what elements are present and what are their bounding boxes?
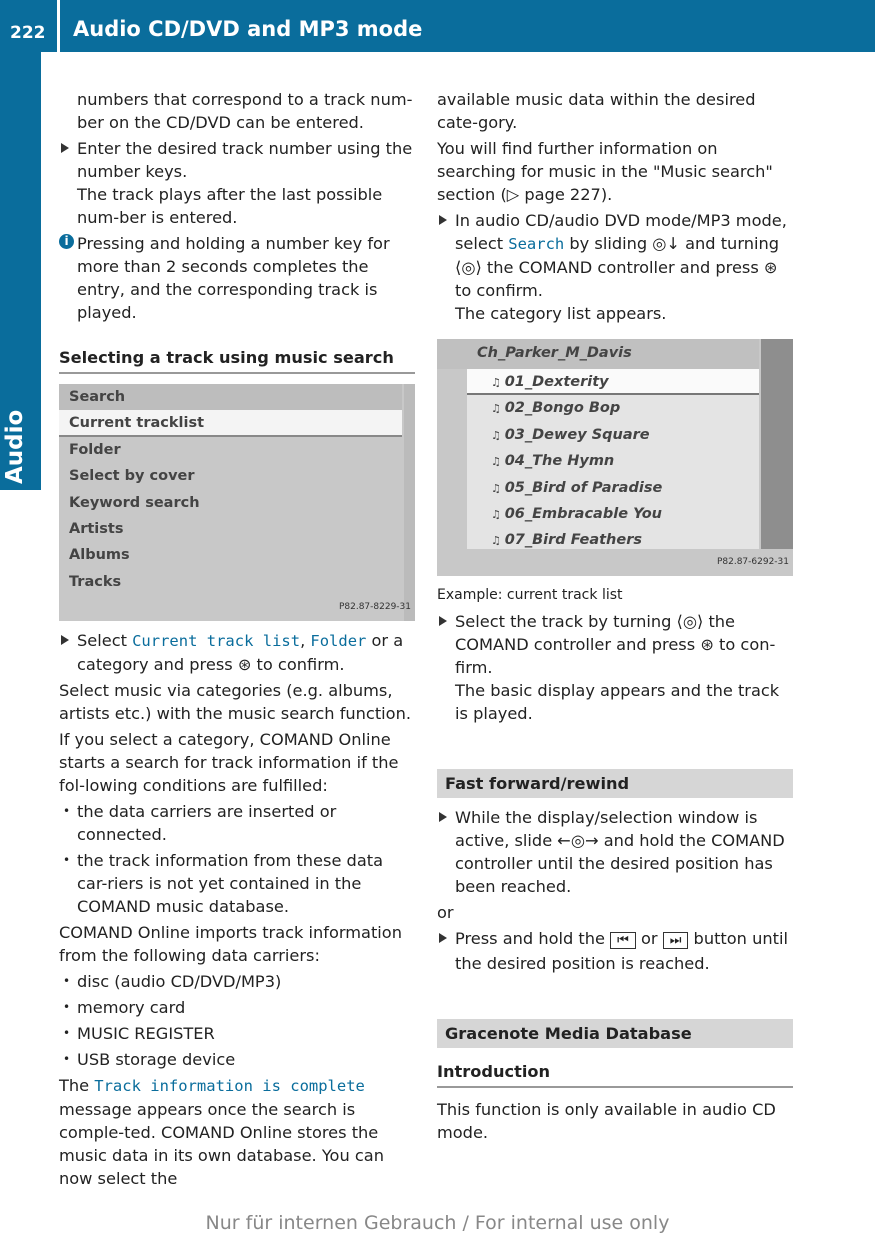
track-title: 04_The Hymn [504, 453, 615, 470]
menu-item: Folder [69, 441, 121, 458]
instruction-step: While the display/selection window is ac… [437, 806, 793, 898]
bullet: USB storage device [59, 1048, 415, 1071]
separator: , [300, 631, 311, 650]
info-note: i Pressing and holding a number key for m… [59, 232, 415, 324]
side-tab-divider [0, 492, 41, 495]
page-number: 222 [10, 23, 46, 43]
screen-category-list: Search Current tracklist Folder Select by c… [59, 384, 415, 621]
section-heading: Fast forward/rewind [437, 769, 793, 798]
instruction-step: Select the track by turning ⟨◎⟩ the COMA… [437, 610, 793, 725]
track-title: 02_Bongo Bop [504, 400, 621, 417]
menu-item: Select by cover [69, 468, 195, 485]
watermark-footer: Nur für internen Gebrauch / For internal… [205, 1212, 670, 1234]
track-item: ♫ 02_Bongo Bop [467, 395, 759, 421]
section-heading: Selecting a track using music search [59, 346, 415, 374]
left-column: numbers that correspond to a track num-b… [59, 88, 415, 1193]
paragraph: Select music via categories (e.g. albums… [59, 681, 411, 723]
next-button-symbol: ⏭ [662, 932, 689, 949]
menu-item: Artists [69, 520, 124, 537]
instruction-step: Select Current track list, Folder or a c… [59, 629, 415, 676]
paragraph: You will find further information on sea… [437, 139, 773, 204]
header-divider [57, 0, 60, 52]
music-note-icon: ♫ [491, 402, 505, 416]
side-tab-label: Audio [2, 409, 28, 484]
screen-track-list: Ch_Parker_M_Davis ♫ 01_Dexterity ♫ 02_Bon… [437, 339, 793, 576]
step-result: The basic display appears and the track … [455, 681, 780, 723]
paragraph: numbers that correspond to a track num-b… [77, 90, 413, 132]
paragraph: The Track information is complete messag… [59, 1074, 415, 1190]
track-item: ♫ 01_Dexterity [467, 369, 759, 396]
music-note-icon: ♫ [491, 507, 505, 521]
track-title: 06_Embracable You [504, 505, 662, 522]
track-title: 05_Bird of Paradise [504, 479, 663, 496]
paragraph: If you select a category, COMAND Online … [59, 730, 399, 795]
folder-title: Ch_Parker_M_Davis [437, 339, 759, 369]
info-text: Pressing and holding a number key for mo… [77, 234, 390, 322]
paragraph: or [437, 903, 454, 922]
instruction-step: Press and hold the ⏮ or ⏭ button until t… [437, 927, 793, 975]
menu-item: Keyword search [69, 494, 200, 511]
screen-title: Search [59, 384, 402, 411]
instruction-step: Enter the desired track number using the… [59, 137, 415, 229]
side-panel [761, 339, 793, 549]
info-icon: i [59, 234, 74, 249]
music-note-icon: ♫ [491, 534, 505, 548]
text: The [59, 1076, 95, 1095]
section-heading: Gracenote Media Database [437, 1019, 793, 1048]
step-result: The category list appears. [455, 304, 667, 323]
image-code: P82.87-6292-31 [716, 557, 789, 567]
step-result: The track plays after the last possible … [77, 185, 383, 227]
music-note-icon: ♫ [491, 481, 505, 495]
paragraph: This function is only available in audio… [437, 1100, 776, 1142]
display-text: Folder [310, 632, 367, 650]
track-item: ♫ 04_The Hymn [467, 448, 759, 474]
bullet: disc (audio CD/DVD/MP3) [59, 970, 415, 993]
side-tab: Audio [0, 52, 41, 495]
step-text: Select the track by turning ⟨◎⟩ the COMA… [455, 612, 776, 677]
menu-item: Tracks [69, 573, 122, 590]
track-item: ♫ 07_Bird Feathers [467, 527, 759, 553]
scrollbar [404, 384, 415, 621]
right-column: available music data within the desired … [437, 88, 793, 1147]
step-text: Enter the desired track number using the… [77, 139, 413, 181]
bullet: the track information from these data ca… [59, 849, 415, 918]
bullet: memory card [59, 996, 415, 1019]
track-title: 01_Dexterity [504, 374, 609, 390]
display-text: Track information is complete [94, 1077, 365, 1095]
track-item: ♫ 05_Bird of Paradise [467, 475, 759, 501]
display-text: Current track list [132, 632, 301, 650]
track-list: ♫ 01_Dexterity ♫ 02_Bongo Bop ♫ 03_Dewey S… [467, 369, 759, 549]
text: message appears once the search is compl… [59, 1100, 384, 1188]
bullet: MUSIC REGISTER [59, 1022, 415, 1045]
instruction-step: In audio CD/audio DVD mode/MP3 mode, sel… [437, 209, 793, 325]
paragraph: COMAND Online imports track information … [59, 923, 402, 965]
paragraph: available music data within the desired … [437, 90, 756, 132]
music-note-icon: ♫ [491, 455, 505, 469]
menu-item: Current tracklist [59, 410, 402, 437]
track-title: 07_Bird Feathers [504, 532, 642, 549]
chapter-title: Audio CD/DVD and MP3 mode [73, 17, 423, 41]
track-item: ♫ 03_Dewey Square [467, 422, 759, 448]
step-text: Select [77, 631, 133, 650]
track-title: 03_Dewey Square [504, 426, 650, 443]
image-caption: Example: current track list [437, 587, 623, 603]
previous-button-symbol: ⏮ [610, 932, 636, 949]
step-text: Press and hold the [455, 929, 611, 948]
menu-item: Albums [69, 547, 130, 564]
step-text: or [635, 929, 663, 948]
bullet: the data carriers are inserted or connec… [59, 800, 415, 846]
track-item: ♫ 06_Embracable You [467, 501, 759, 527]
page-header: 222 Audio CD/DVD and MP3 mode [0, 0, 875, 52]
display-text: Search [508, 235, 565, 253]
image-code: P82.87-8229-31 [338, 602, 411, 612]
music-note-icon: ♫ [491, 428, 505, 442]
music-note-icon: ♫ [491, 376, 505, 389]
subheading: Introduction [437, 1060, 793, 1088]
